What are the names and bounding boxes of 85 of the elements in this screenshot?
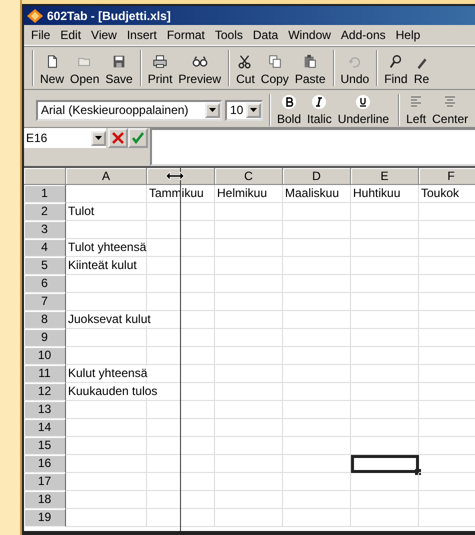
toolbar-button[interactable]: Preview <box>175 50 224 86</box>
row-header[interactable]: 7 <box>24 293 66 311</box>
format-button[interactable]: Left <box>403 94 430 126</box>
cell-text: Kulut yhteensä <box>68 366 148 380</box>
row-header[interactable]: 8 <box>24 311 66 329</box>
toolbar-button[interactable]: Find <box>381 50 411 86</box>
column-header[interactable]: A <box>66 168 147 185</box>
italic-icon <box>311 94 328 110</box>
row-header[interactable]: 2 <box>24 203 66 221</box>
name-box[interactable]: E16 <box>24 128 106 148</box>
font-dropdown[interactable]: Arial (Keskieurooppalainen) <box>36 100 222 120</box>
menu-item[interactable]: Data <box>248 28 284 42</box>
row-header[interactable]: 12 <box>24 383 66 401</box>
cell-text: Kuukauden tulos <box>68 384 158 398</box>
corner-header <box>24 168 66 185</box>
row-header[interactable]: 9 <box>24 329 66 347</box>
toolbar-button[interactable]: Re <box>410 50 433 86</box>
dropdown-arrow-icon <box>209 108 216 112</box>
format-button[interactable]: Italic <box>304 94 335 126</box>
row-header[interactable]: 18 <box>24 491 66 509</box>
cell-text: Juoksevat kulut <box>68 312 151 326</box>
row-header[interactable]: 10 <box>24 347 66 365</box>
toolbar-button[interactable]: Copy <box>258 50 292 86</box>
window-title: 602Tab - [Budjetti.xls] <box>47 8 171 22</box>
toolbar-icon <box>388 54 404 70</box>
formula-field[interactable] <box>150 128 475 166</box>
size-dropdown[interactable]: 10 <box>225 100 263 120</box>
toolbar-icon <box>302 54 318 70</box>
row-header[interactable]: 5 <box>24 257 66 275</box>
toolbar-button[interactable]: Open <box>67 50 102 86</box>
toolbar-icon <box>266 54 283 70</box>
toolbar-icon <box>237 54 254 70</box>
menu-item[interactable]: Edit <box>55 28 86 42</box>
check-icon <box>132 132 144 144</box>
row-header[interactable]: 17 <box>24 473 66 491</box>
format-button[interactable]: Bold <box>274 94 304 126</box>
menu-item[interactable]: Window <box>283 28 336 42</box>
column-header[interactable]: E <box>351 168 419 185</box>
dropdown-arrow-icon <box>250 108 258 112</box>
menu-item[interactable]: Format <box>162 28 210 42</box>
toolbar-icon <box>152 54 168 70</box>
format-button[interactable]: Center <box>429 94 472 126</box>
row-header[interactable]: 14 <box>24 419 66 437</box>
cell-text: Tulot yhteensä <box>68 240 146 254</box>
underline-icon <box>355 94 372 110</box>
row-header[interactable]: 15 <box>24 437 66 455</box>
row-header[interactable]: 6 <box>24 275 66 293</box>
toolbar-button[interactable]: Undo <box>338 50 372 86</box>
toolbar-button[interactable]: Cut <box>233 50 258 86</box>
menu-item[interactable]: Help <box>390 28 426 42</box>
row-header[interactable]: 13 <box>24 401 66 419</box>
cell-text: Maaliskuu <box>285 186 340 200</box>
cell-text: Toukok <box>421 186 460 200</box>
row-header[interactable]: 16 <box>24 455 66 473</box>
toolbar-button[interactable]: Save <box>102 50 136 86</box>
menu-item[interactable]: View <box>86 28 122 42</box>
cancel-button[interactable] <box>108 128 128 148</box>
toolbar-button[interactable]: Print <box>144 50 176 86</box>
row-header[interactable]: 19 <box>24 509 66 527</box>
format-button[interactable]: Underline <box>334 94 392 126</box>
column-header[interactable]: D <box>283 168 351 185</box>
toolbar-icon <box>111 54 128 70</box>
dropdown-arrow-icon <box>95 136 102 140</box>
cell-text: Huhtikuu <box>353 186 400 200</box>
cell-text: Kiinteät kulut <box>68 258 137 272</box>
row-header[interactable]: 1 <box>24 185 66 203</box>
menu-item[interactable]: Tools <box>210 28 248 42</box>
menu-item[interactable]: Add-ons <box>336 28 391 42</box>
resize-cursor-icon <box>164 171 184 181</box>
toolbar-button[interactable]: New <box>37 50 68 86</box>
row-header[interactable]: 11 <box>24 365 66 383</box>
cell-text: Helmikuu <box>217 186 268 200</box>
row-header[interactable]: 4 <box>24 239 66 257</box>
confirm-button[interactable] <box>128 128 148 148</box>
menu-item[interactable]: File <box>26 28 56 42</box>
app-logo-icon <box>27 8 43 22</box>
column-header[interactable] <box>147 168 215 185</box>
cell-text: Tulot <box>68 204 94 218</box>
cross-icon <box>112 132 124 144</box>
column-header[interactable]: C <box>215 168 283 185</box>
menu-item[interactable]: Insert <box>122 28 162 42</box>
bold-icon <box>281 94 298 110</box>
column-header[interactable]: F <box>419 168 475 185</box>
row-header[interactable]: 3 <box>24 221 66 239</box>
toolbar-button[interactable]: Paste <box>292 50 328 86</box>
